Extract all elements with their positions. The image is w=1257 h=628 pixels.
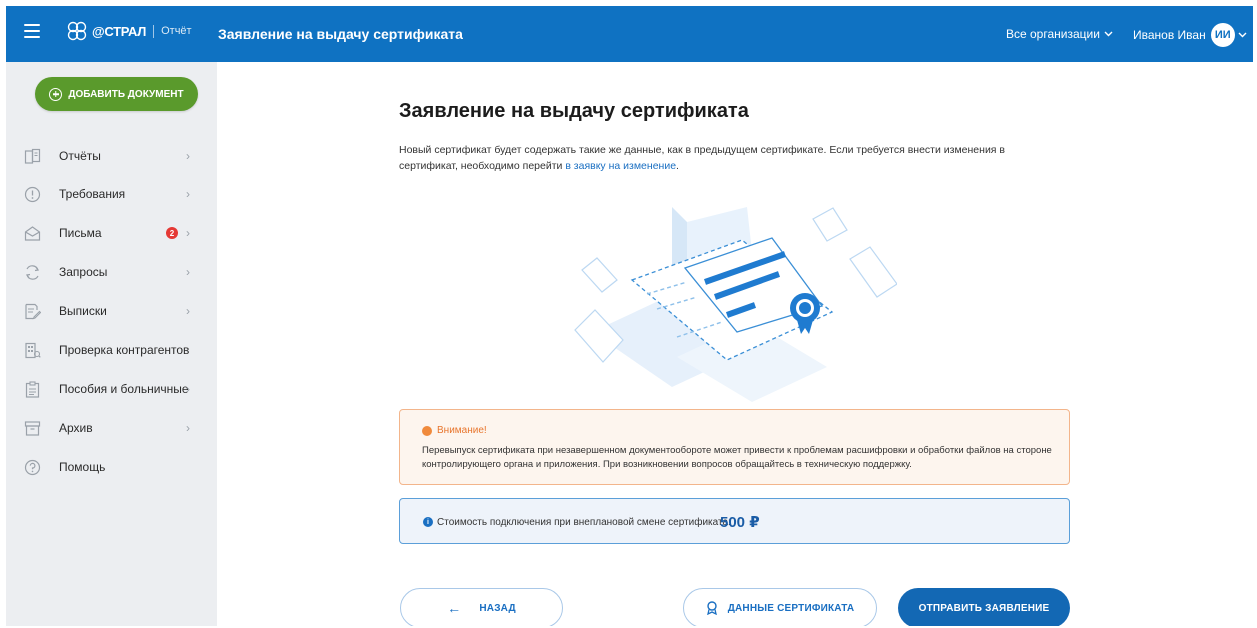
sidebar-item-label: Проверка контрагентов: [59, 343, 190, 357]
warning-panel: Внимание! Перевыпуск сертификата при нез…: [399, 409, 1070, 485]
sidebar-item-label: Письма: [59, 226, 102, 240]
chevron-right-icon: ›: [186, 421, 190, 435]
sidebar-item-label: Архив: [59, 421, 93, 435]
logo-divider: [153, 24, 155, 38]
sidebar-item-reports[interactable]: Отчёты ›: [6, 136, 217, 176]
cost-panel: i Стоимость подключения при внеплановой …: [399, 498, 1070, 544]
warning-text: Перевыпуск сертификата при незавершенном…: [422, 445, 1052, 470]
chevron-right-icon: ›: [186, 187, 190, 201]
back-button[interactable]: ← НАЗАД: [400, 588, 563, 626]
statements-icon: [25, 303, 41, 319]
sidebar-item-archive[interactable]: Архив ›: [6, 408, 217, 448]
counterparty-icon: [25, 342, 41, 358]
top-bar: @СТРАЛ Отчёт Заявление на выдачу сертифи…: [6, 6, 1253, 62]
header-page-title: Заявление на выдачу сертификата: [218, 26, 463, 42]
add-document-label: ДОБАВИТЬ ДОКУМЕНТ: [68, 88, 184, 100]
logo[interactable]: @СТРАЛ Отчёт: [66, 20, 192, 42]
plus-circle-icon: [49, 87, 63, 101]
intro-body: Новый сертификат будет содержать такие ж…: [399, 144, 1005, 172]
change-request-link[interactable]: в заявку на изменение: [565, 160, 676, 172]
sidebar-item-label: Запросы: [59, 265, 108, 279]
logo-icon: [67, 21, 87, 41]
sidebar-item-mail[interactable]: Письма 2 ›: [6, 213, 217, 253]
intro-text: Новый сертификат будет содержать такие ж…: [399, 142, 1059, 174]
page-title: Заявление на выдачу сертификата: [399, 100, 749, 122]
sidebar-item-requests[interactable]: Запросы ›: [6, 252, 217, 292]
warning-title: Внимание!: [422, 425, 487, 436]
chevron-right-icon: ›: [186, 382, 190, 396]
certificate-data-label: ДАННЫЕ СЕРТИФИКАТА: [727, 602, 855, 614]
chevron-right-icon: ›: [186, 265, 190, 279]
user-menu[interactable]: Иванов Иван ИИ: [1133, 23, 1247, 47]
benefits-icon: [25, 380, 40, 398]
info-icon: i: [423, 517, 433, 527]
avatar: ИИ: [1210, 23, 1235, 47]
arrow-left-icon: ←: [447, 600, 462, 616]
certificate-illustration: [574, 207, 897, 402]
chevron-down-icon: [1238, 32, 1247, 38]
chevron-right-icon: ›: [186, 149, 190, 163]
cost-value: 500 ₽: [720, 514, 760, 531]
app-window: @СТРАЛ Отчёт Заявление на выдачу сертифи…: [6, 6, 1253, 626]
sidebar-item-help[interactable]: Помощь: [6, 447, 217, 487]
cost-label: Стоимость подключения при внеплановой см…: [437, 517, 731, 528]
certificate-data-button[interactable]: ДАННЫЕ СЕРТИФИКАТА: [683, 588, 877, 626]
sidebar-item-label: Пособия и больничные: [59, 382, 189, 396]
sidebar-item-label: Помощь: [59, 460, 106, 474]
reports-icon: [24, 148, 41, 164]
organization-select-label: Все организации: [1006, 27, 1100, 41]
sidebar-item-requirements[interactable]: Требования ›: [6, 174, 217, 214]
logo-name: @СТРАЛ: [92, 23, 147, 39]
sidebar-item-label: Отчёты: [59, 149, 101, 163]
sidebar: ДОБАВИТЬ ДОКУМЕНТ Отчёты › Требования › …: [6, 62, 217, 626]
back-button-label: НАЗАД: [479, 602, 516, 614]
chevron-right-icon: ›: [186, 226, 190, 240]
archive-icon: [24, 420, 41, 436]
sidebar-item-benefits[interactable]: Пособия и больничные ›: [6, 369, 217, 409]
help-icon: [24, 459, 41, 475]
user-name: Иванов Иван: [1133, 28, 1206, 42]
main-content: Заявление на выдачу сертификата Новый се…: [217, 62, 1253, 626]
add-document-button[interactable]: ДОБАВИТЬ ДОКУМЕНТ: [35, 77, 198, 111]
logo-subtitle: Отчёт: [161, 25, 192, 37]
intro-end: .: [676, 160, 679, 172]
requirements-icon: [24, 186, 41, 202]
chevron-down-icon: [1104, 31, 1113, 37]
requests-icon: [25, 264, 40, 280]
chevron-right-icon: ›: [186, 304, 190, 318]
sidebar-item-statements[interactable]: Выписки ›: [6, 291, 217, 331]
unread-badge: 2: [166, 227, 178, 239]
sidebar-item-label: Выписки: [59, 304, 107, 318]
menu-icon[interactable]: [24, 24, 40, 38]
sidebar-item-label: Требования: [59, 187, 126, 201]
mail-icon: [24, 225, 41, 241]
organization-select[interactable]: Все организации: [1006, 27, 1113, 41]
sidebar-item-counterparty-check[interactable]: Проверка контрагентов: [6, 330, 217, 370]
submit-application-button[interactable]: ОТПРАВИТЬ ЗАЯВЛЕНИЕ: [898, 588, 1070, 626]
submit-application-label: ОТПРАВИТЬ ЗАЯВЛЕНИЕ: [918, 602, 1050, 614]
warning-title-text: Внимание!: [437, 425, 487, 436]
warning-icon: [422, 425, 432, 436]
certificate-badge-icon: [706, 601, 717, 615]
